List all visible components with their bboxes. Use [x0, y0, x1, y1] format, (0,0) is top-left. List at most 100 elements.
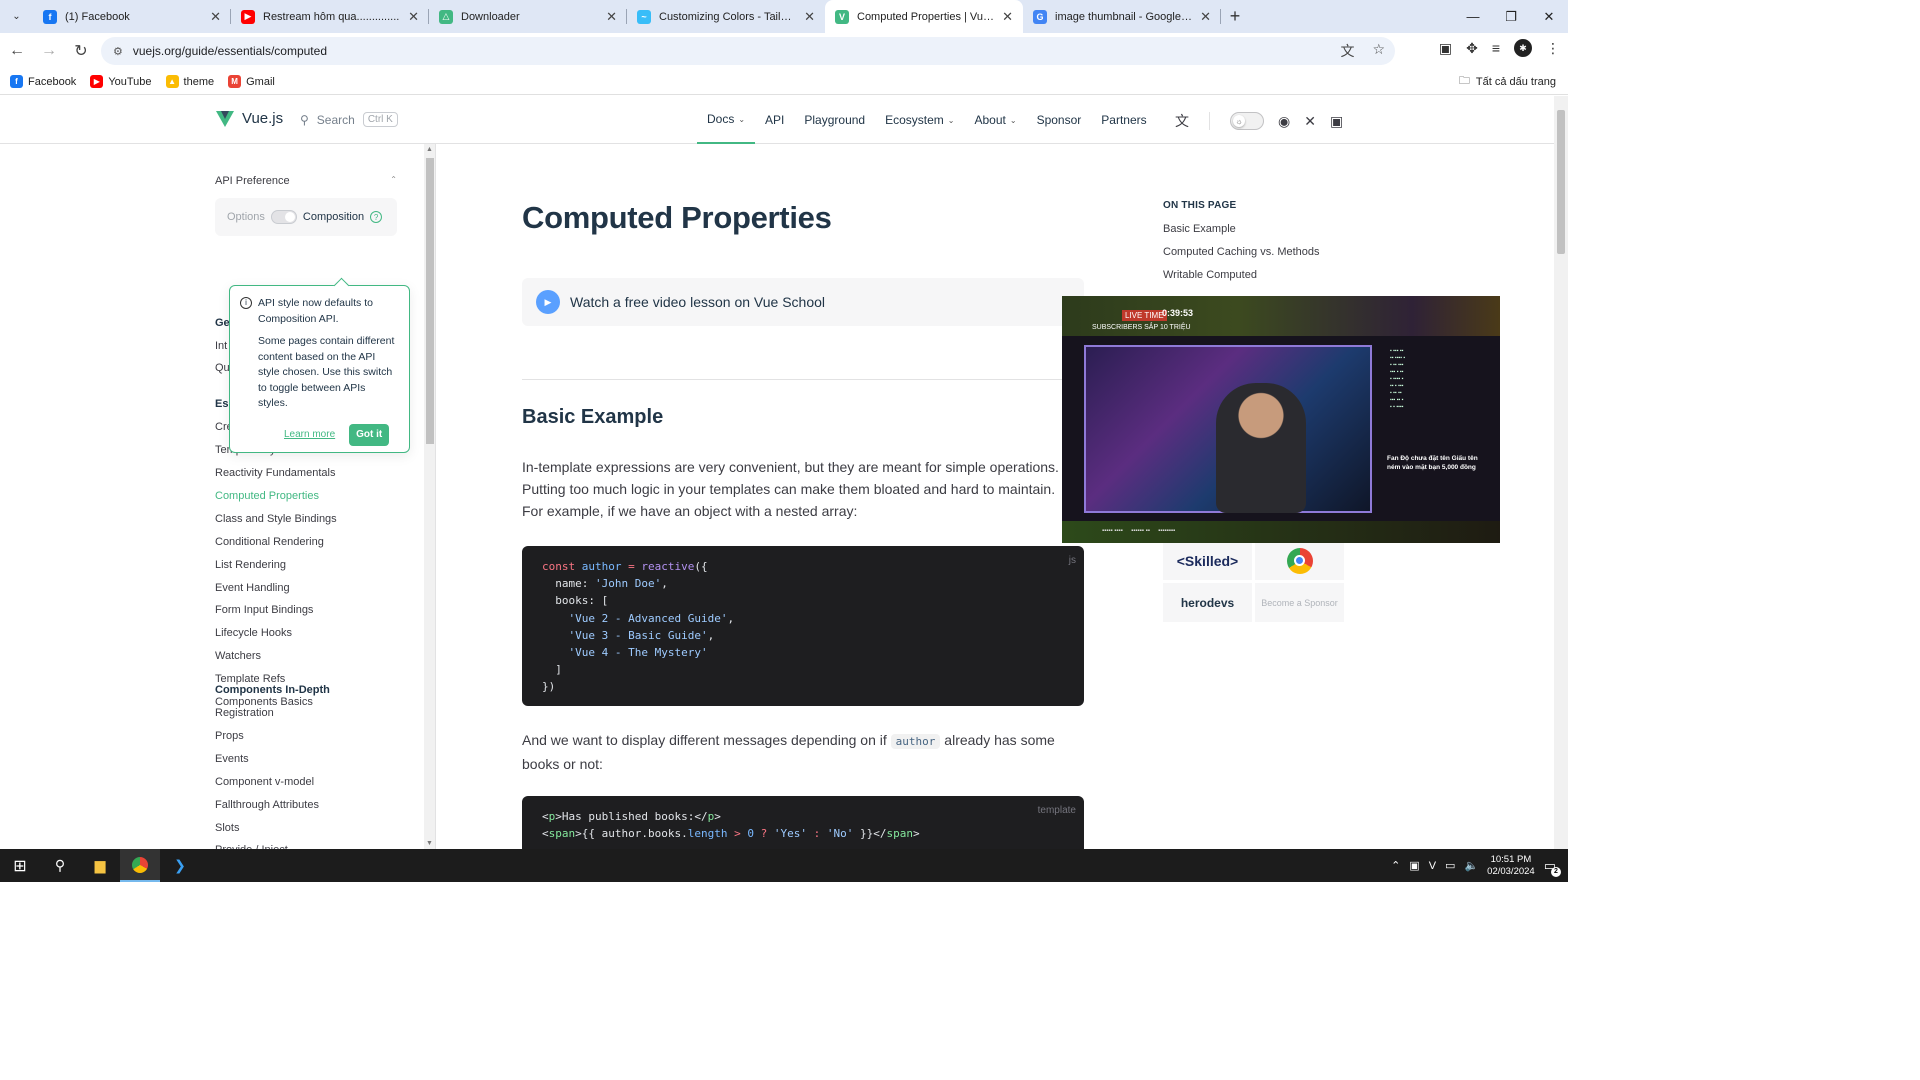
media-icon[interactable]: ≡	[1492, 40, 1500, 56]
theme-toggle[interactable]: ☼	[1230, 112, 1264, 130]
tab-search-icon[interactable]: ⌄	[0, 0, 33, 33]
learn-more-link[interactable]: Learn more	[284, 427, 335, 443]
nav-ecosystem[interactable]: Ecosystem ⌄	[875, 96, 964, 144]
browser-tab[interactable]: △ Downloader ✕	[429, 0, 627, 33]
sidebar-item[interactable]: List Rendering	[215, 559, 286, 571]
scroll-down-icon[interactable]: ▼	[426, 840, 433, 847]
close-tab-icon[interactable]: ✕	[804, 9, 815, 25]
close-window-icon[interactable]: ✕	[1530, 0, 1568, 33]
close-tab-icon[interactable]: ✕	[1200, 9, 1211, 25]
translate-icon[interactable]: 文	[1340, 41, 1354, 61]
tray-chevron-icon[interactable]: ⌃	[1391, 859, 1400, 872]
bookmark-item[interactable]: f Facebook	[10, 75, 76, 88]
reload-icon[interactable]: ↻	[66, 36, 96, 66]
help-icon[interactable]: ?	[370, 211, 383, 223]
api-style-toggle[interactable]	[270, 210, 297, 224]
nav-sponsor[interactable]: Sponsor	[1027, 96, 1092, 144]
sidebar-item[interactable]: Conditional Rendering	[215, 536, 324, 548]
composition-label[interactable]: Composition	[303, 211, 364, 223]
browser-tab[interactable]: V Computed Properties | Vue.js ✕	[825, 0, 1023, 33]
sidebar-item[interactable]: Event Handling	[215, 582, 290, 594]
sidepanel-icon[interactable]: ▣	[1439, 40, 1452, 57]
picture-in-picture-video[interactable]: LIVE TIME 0:39:53 SUBSCRIBERS SẮP 10 TRI…	[1062, 296, 1500, 543]
sidebar-item[interactable]: Watchers	[215, 650, 261, 662]
more-menu-icon[interactable]: ⋮	[1546, 40, 1560, 57]
sidebar-item[interactable]: Fallthrough Attributes	[215, 799, 319, 811]
options-label[interactable]: Options	[227, 211, 265, 223]
address-bar[interactable]: ⚙ vuejs.org/guide/essentials/computed 文 …	[101, 37, 1395, 65]
url-text[interactable]: vuejs.org/guide/essentials/computed	[133, 44, 327, 58]
outline-link[interactable]: Writable Computed	[1163, 269, 1257, 281]
nav-partners[interactable]: Partners	[1091, 96, 1156, 144]
sidebar-item[interactable]: Registration	[215, 707, 274, 719]
scroll-up-icon[interactable]: ▲	[426, 146, 433, 153]
extensions-icon[interactable]: ✥	[1466, 40, 1478, 57]
tray-app-icon[interactable]: ▣	[1409, 859, 1419, 872]
github-icon[interactable]: ◉	[1278, 113, 1290, 130]
sidebar-item-partial[interactable]: Int	[215, 340, 227, 352]
network-icon[interactable]: ▭	[1445, 859, 1455, 872]
close-tab-icon[interactable]: ✕	[210, 9, 221, 25]
x-twitter-icon[interactable]: ✕	[1304, 113, 1316, 130]
close-tab-icon[interactable]: ✕	[408, 9, 419, 25]
page-scrollbar[interactable]	[1554, 96, 1568, 849]
api-preference-header[interactable]: API Preference ⌃	[215, 175, 397, 187]
become-sponsor-link[interactable]: Become a Sponsor	[1255, 583, 1344, 622]
nav-docs[interactable]: Docs ⌄	[697, 96, 756, 144]
minimize-icon[interactable]: —	[1454, 0, 1492, 33]
new-tab-button[interactable]: +	[1221, 0, 1249, 33]
chrome-taskbar-icon[interactable]	[120, 849, 160, 882]
bookmark-star-icon[interactable]: ☆	[1372, 41, 1385, 61]
discord-icon[interactable]: ▣	[1330, 113, 1343, 130]
sidebar-item[interactable]: Reactivity Fundamentals	[215, 467, 335, 479]
outline-link[interactable]: Computed Caching vs. Methods	[1163, 246, 1320, 258]
clock[interactable]: 10:51 PM 02/03/2024	[1487, 854, 1535, 878]
site-info-icon[interactable]: ⚙	[113, 45, 123, 58]
sidebar-item[interactable]: Events	[215, 753, 249, 765]
video-lesson-banner[interactable]: ▶ Watch a free video lesson on Vue Schoo…	[522, 278, 1084, 326]
bookmark-item[interactable]: ▲ theme	[165, 75, 214, 88]
sidebar-item[interactable]: Form Input Bindings	[215, 604, 313, 616]
vue-logo[interactable]: Vue.js	[216, 110, 283, 127]
sidebar-item-partial[interactable]: Qu	[215, 362, 230, 374]
sidebar-item[interactable]: Computed Properties	[215, 490, 319, 502]
sidebar-scrollbar[interactable]: ▲ ▼	[424, 144, 436, 849]
nav-api[interactable]: API	[755, 96, 794, 144]
browser-tab[interactable]: f (1) Facebook ✕	[33, 0, 231, 33]
browser-tab[interactable]: Gimage thumbnail - Google Tìm ✕	[1023, 0, 1221, 33]
browser-tab[interactable]: ▶ Restream hôm qua.............. ✕	[231, 0, 429, 33]
sponsor-chrome[interactable]	[1255, 541, 1344, 580]
sidebar-item[interactable]: Class and Style Bindings	[215, 513, 337, 525]
sponsor-herodevs[interactable]: herodevs	[1163, 583, 1252, 622]
sidebar-item[interactable]: Component v-model	[215, 776, 314, 788]
sidebar-item[interactable]: Slots	[215, 822, 239, 834]
sponsor-skilled[interactable]: <Skilled>	[1163, 541, 1252, 580]
close-tab-icon[interactable]: ✕	[1002, 9, 1013, 25]
browser-tab[interactable]: ~ Customizing Colors - Tailwind C ✕	[627, 0, 825, 33]
close-tab-icon[interactable]: ✕	[606, 9, 617, 25]
forward-icon[interactable]: →	[34, 36, 64, 66]
volume-icon[interactable]: 🔈	[1464, 859, 1478, 872]
search-icon[interactable]: ⚲	[40, 849, 80, 882]
got-it-button[interactable]: Got it	[349, 424, 390, 446]
sidebar-item[interactable]: Props	[215, 730, 244, 742]
page-scroll-thumb[interactable]	[1557, 110, 1565, 254]
file-explorer-icon[interactable]: ▆	[80, 849, 120, 882]
restore-icon[interactable]: ❐	[1492, 0, 1530, 33]
sidebar-item[interactable]: Lifecycle Hooks	[215, 627, 292, 639]
bookmark-item[interactable]: M Gmail	[228, 75, 275, 88]
nav-about[interactable]: About ⌄	[965, 96, 1027, 144]
profile-avatar[interactable]: ✱	[1514, 39, 1532, 57]
windows-start-icon[interactable]: ⊞	[0, 849, 40, 882]
search-button[interactable]: ⚲ Search Ctrl K	[300, 112, 398, 127]
outline-link[interactable]: Basic Example	[1163, 223, 1236, 235]
sidebar-scroll-thumb[interactable]	[426, 158, 434, 444]
vscode-icon[interactable]: ❯	[160, 849, 200, 882]
all-bookmarks[interactable]: 🗀 Tất cả dấu trang	[1459, 72, 1556, 91]
translate-icon[interactable]: 文	[1175, 111, 1189, 131]
chevron-up-icon[interactable]: ⌃	[390, 175, 397, 187]
notification-icon[interactable]: ▭ 2	[1544, 858, 1561, 877]
bookmark-item[interactable]: ▶ YouTube	[90, 75, 152, 88]
vpn-icon[interactable]: V	[1429, 860, 1436, 872]
nav-playground[interactable]: Playground	[794, 96, 875, 144]
